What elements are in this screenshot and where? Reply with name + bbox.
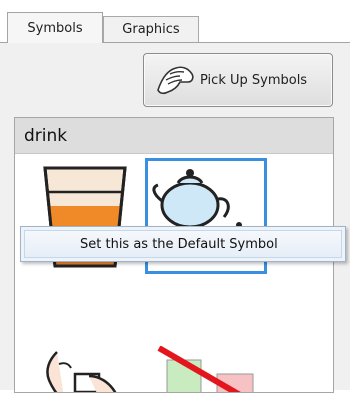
tab-bar: Symbols Graphics xyxy=(0,0,350,43)
crossed-out-squares-icon xyxy=(157,346,254,392)
symbol-word-header: drink xyxy=(15,118,333,154)
pick-up-symbols-label: Pick Up Symbols xyxy=(200,72,308,88)
hand-pickup-icon xyxy=(152,60,198,100)
symbol-option-crossed-squares[interactable] xyxy=(149,346,267,392)
tab-graphics[interactable]: Graphics xyxy=(103,16,199,42)
symbols-panel: Pick Up Symbols drink xyxy=(0,42,350,393)
context-menu: Set this as the Default Symbol xyxy=(20,226,346,262)
symbol-option-person-drinking[interactable] xyxy=(29,346,143,392)
tab-symbols[interactable]: Symbols xyxy=(7,12,103,43)
pick-up-symbols-button[interactable]: Pick Up Symbols xyxy=(143,53,333,107)
person-drinking-icon xyxy=(46,351,117,392)
set-default-symbol-menu-item[interactable]: Set this as the Default Symbol xyxy=(24,230,342,258)
